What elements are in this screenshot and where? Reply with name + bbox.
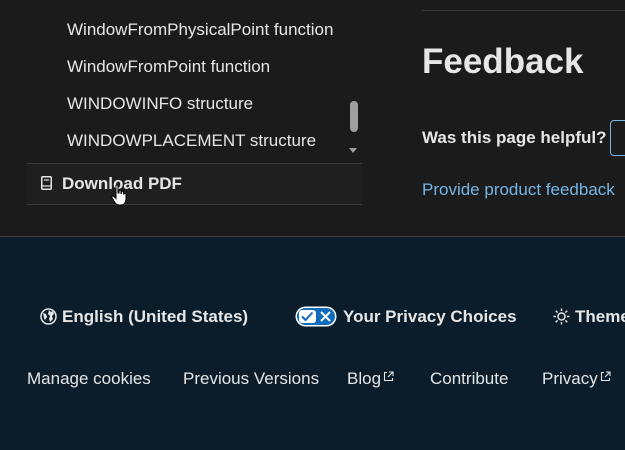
provide-product-feedback-link[interactable]: Provide product feedback [422,180,615,200]
book-icon [41,176,52,190]
toc-item-partial[interactable] [67,0,72,8]
toc-scrollbar-thumb[interactable] [350,101,358,132]
globe-icon [40,308,57,325]
toc-scrollbar[interactable] [347,0,362,163]
toc-item-windowinfo[interactable]: WINDOWINFO structure [67,94,253,114]
previous-versions-link[interactable]: Previous Versions [183,369,319,389]
sun-icon [553,308,570,325]
toc-item-windowfromphysicalpoint[interactable]: WindowFromPhysicalPoint function [67,20,333,40]
blog-link-label: Blog [347,369,382,388]
blog-link[interactable]: Blog [347,369,394,389]
hand-pointer-icon [111,184,127,206]
external-link-icon [600,371,611,382]
feedback-question: Was this page helpful? [422,128,607,147]
toc-item-windowplacement[interactable]: WINDOWPLACEMENT structure [67,131,316,151]
contribute-link[interactable]: Contribute [430,369,508,389]
article-region: WindowFromPhysicalPoint function WindowF… [0,0,625,236]
external-link-icon [383,371,394,382]
table-of-contents: WindowFromPhysicalPoint function WindowF… [27,0,362,163]
feedback-yes-button[interactable] [610,120,625,156]
footer: English (United States) Your Privacy Cho… [0,236,625,450]
manage-cookies-link[interactable]: Manage cookies [27,369,151,389]
theme-selector[interactable]: Theme [575,307,625,327]
privacy-link[interactable]: Privacy [542,369,611,389]
privacy-toggle-icon [295,306,337,327]
privacy-link-label: Privacy [542,369,598,388]
language-selector[interactable]: English (United States) [62,307,248,327]
privacy-choices-link[interactable]: Your Privacy Choices [343,307,517,327]
section-divider [422,10,625,11]
toc-item-windowfrompoint[interactable]: WindowFromPoint function [67,57,270,77]
feedback-title: Feedback [422,42,584,81]
scroll-down-arrow-icon[interactable] [349,148,357,153]
download-pdf-button[interactable]: Download PDF [27,163,362,205]
